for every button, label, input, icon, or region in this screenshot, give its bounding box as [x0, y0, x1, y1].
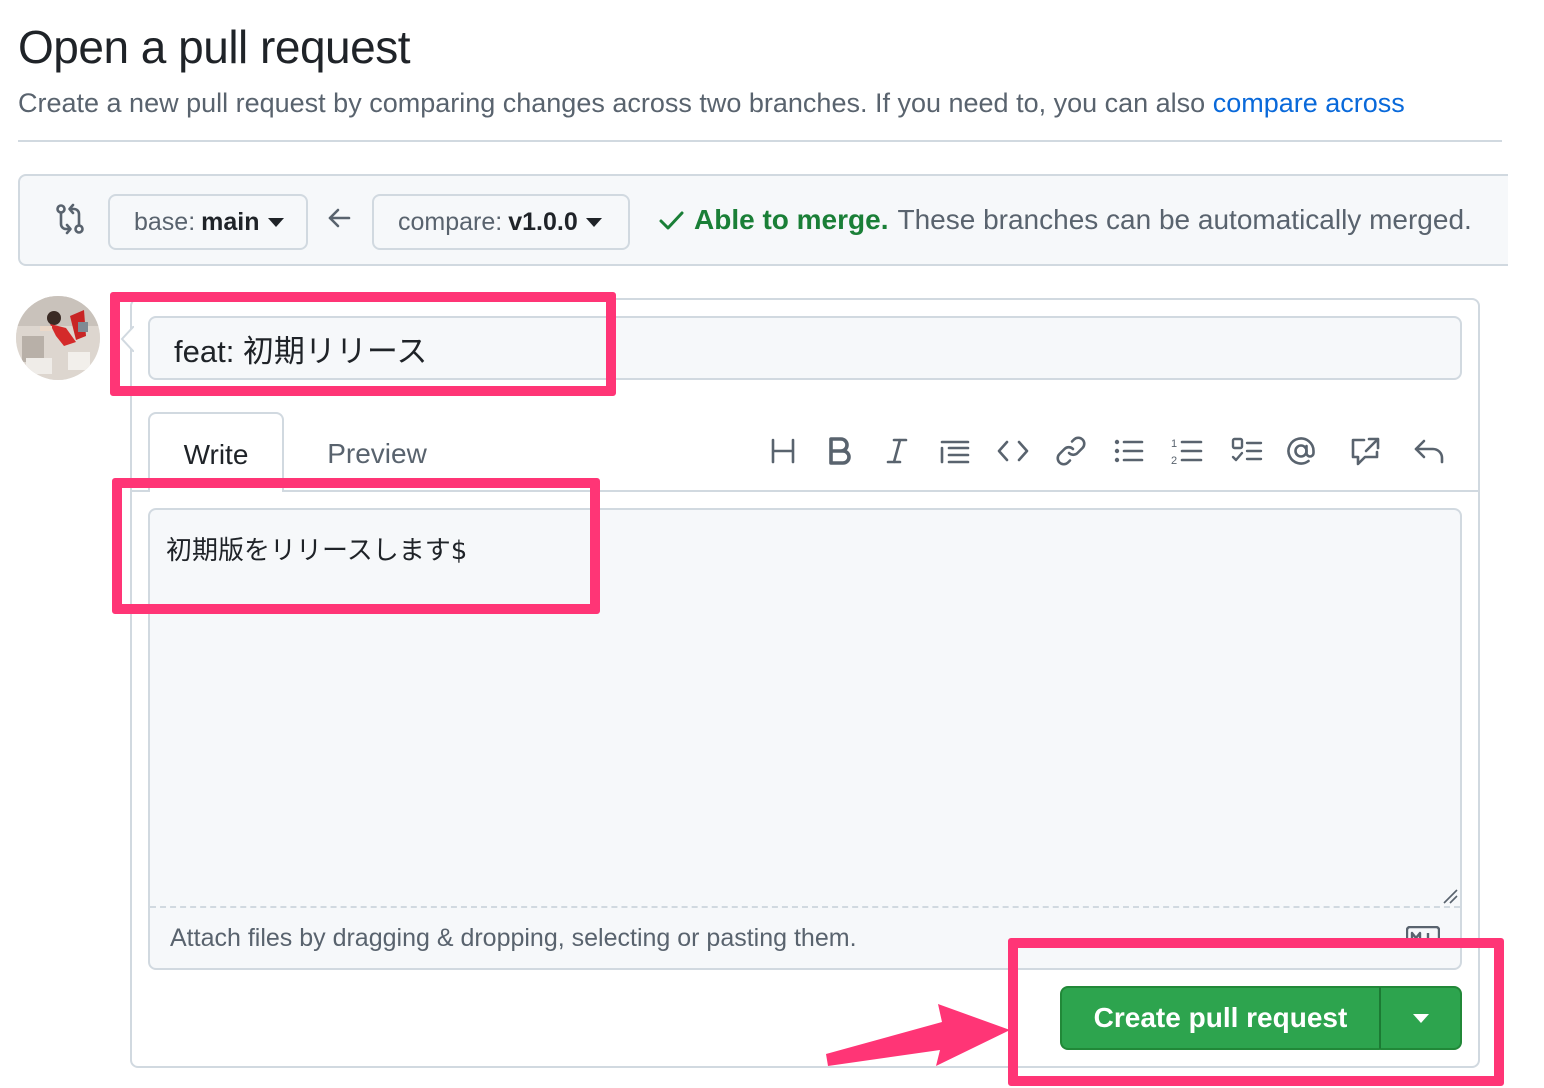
subtitle-text: Create a new pull request by comparing c…: [18, 88, 1213, 118]
page-title: Open a pull request: [18, 21, 411, 73]
svg-text:2: 2: [1171, 455, 1177, 467]
cross-reference-icon[interactable]: [1348, 434, 1382, 468]
code-icon[interactable]: [996, 434, 1030, 468]
git-compare-icon: [56, 203, 84, 235]
page-subtitle: Create a new pull request by comparing c…: [18, 88, 1502, 119]
avatar[interactable]: [16, 296, 100, 380]
quote-icon[interactable]: [938, 434, 972, 468]
base-branch-select[interactable]: base: main: [108, 194, 308, 250]
compare-branch-name: v1.0.0: [508, 207, 578, 236]
check-icon: [659, 211, 684, 230]
tab-write[interactable]: Write: [148, 412, 284, 492]
svg-text:1: 1: [1171, 438, 1177, 450]
merge-status: Able to merge. These branches can be aut…: [656, 204, 1472, 236]
annotation-arrow-icon: [826, 1004, 1010, 1066]
arrow-left-icon: [328, 208, 351, 228]
branch-compare-bar: base: main compare: v1.0.0 Able to merge. …: [18, 174, 1508, 266]
resize-handle-icon[interactable]: [1440, 886, 1458, 904]
avatar-image: [16, 296, 100, 380]
base-label: base:: [134, 207, 196, 236]
chevron-down-icon: [267, 217, 284, 227]
mention-icon[interactable]: [1284, 434, 1318, 468]
header-divider: [18, 140, 1502, 142]
merge-status-text: These branches can be automatically merg…: [897, 204, 1472, 235]
task-list-icon[interactable]: [1230, 434, 1264, 468]
heading-icon[interactable]: [766, 434, 800, 468]
chevron-down-icon: [1412, 1013, 1429, 1023]
attach-files-hint[interactable]: Attach files by dragging & dropping, sel…: [170, 924, 857, 953]
composer-pointer: [120, 326, 134, 352]
italic-icon[interactable]: [880, 434, 914, 468]
reply-icon[interactable]: [1412, 434, 1446, 468]
tab-preview[interactable]: Preview: [300, 412, 454, 492]
pull-request-body-text: 初期版をリリースします$: [166, 536, 468, 566]
link-icon[interactable]: [1054, 434, 1088, 468]
attach-divider: [150, 906, 1460, 908]
markdown-icon[interactable]: [1406, 926, 1440, 944]
bulleted-list-icon[interactable]: [1112, 434, 1146, 468]
base-branch-name: main: [201, 207, 260, 236]
bold-icon[interactable]: [822, 434, 856, 468]
chevron-down-icon: [585, 217, 602, 227]
pull-request-body-textarea[interactable]: [148, 508, 1462, 970]
compare-branch-select[interactable]: compare: v1.0.0: [372, 194, 630, 250]
numbered-list-icon[interactable]: 12: [1170, 434, 1204, 468]
merge-status-strong: Able to merge.: [694, 204, 889, 235]
create-options-dropdown[interactable]: [1380, 986, 1462, 1050]
create-pull-request-button[interactable]: Create pull request: [1060, 986, 1380, 1050]
compare-across-link[interactable]: compare across: [1213, 88, 1405, 118]
compare-label: compare:: [398, 207, 503, 236]
pull-request-title-input[interactable]: feat: 初期リリース: [148, 316, 1462, 380]
